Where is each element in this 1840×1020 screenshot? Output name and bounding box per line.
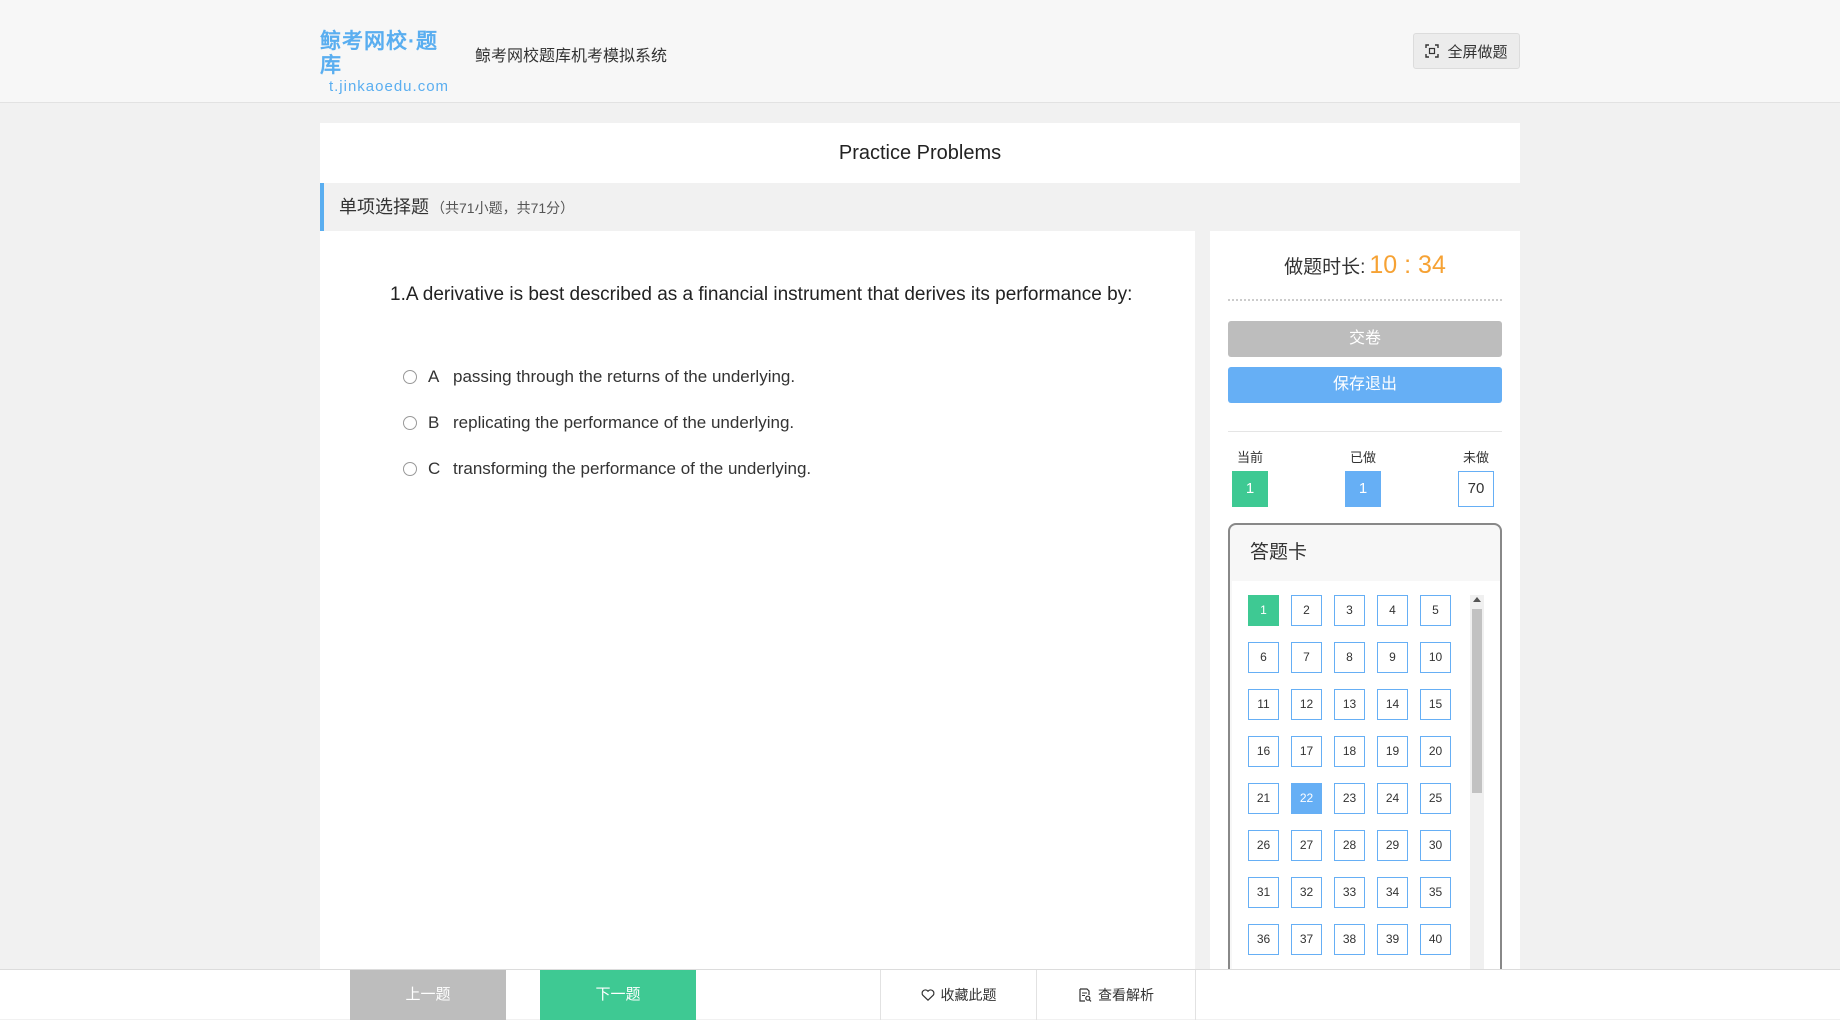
option-a[interactable]: A passing through the returns of the und…	[403, 354, 811, 400]
question-cell[interactable]: 27	[1291, 830, 1322, 861]
divider	[1228, 431, 1502, 432]
question-cell[interactable]: 7	[1291, 642, 1322, 673]
question-cell[interactable]: 24	[1377, 783, 1408, 814]
stat-done-value: 1	[1345, 471, 1381, 507]
question-cell[interactable]: 19	[1377, 736, 1408, 767]
question-cell[interactable]: 32	[1291, 877, 1322, 908]
section-header: 单项选择题 （共71小题，共71分）	[320, 183, 1520, 231]
bottom-bar: 上一题 下一题 收藏此题 查看解析	[0, 969, 1840, 1020]
stat-done: 已做 1	[1343, 447, 1383, 507]
question-cell[interactable]: 11	[1248, 689, 1279, 720]
timer: 做题时长: 10 : 34	[1228, 251, 1502, 301]
prev-question-button[interactable]: 上一题	[350, 970, 506, 1020]
option-letter: A	[428, 367, 440, 386]
question-cell[interactable]: 23	[1334, 783, 1365, 814]
option-text: replicating the performance of the under…	[453, 413, 795, 432]
radio-b[interactable]	[403, 416, 417, 430]
question-cell[interactable]: 8	[1334, 642, 1365, 673]
section-title: 单项选择题	[339, 197, 429, 217]
option-letter: B	[428, 413, 440, 432]
paper-title: Practice Problems	[320, 123, 1520, 183]
option-c[interactable]: C transforming the performance of the un…	[403, 446, 811, 492]
question-panel: 1.A derivative is best described as a fi…	[320, 231, 1195, 971]
question-text: 1.A derivative is best described as a fi…	[390, 284, 1133, 305]
question-cell[interactable]: 33	[1334, 877, 1365, 908]
submit-button[interactable]: 交卷	[1228, 321, 1502, 357]
question-cell[interactable]: 18	[1334, 736, 1365, 767]
question-cell[interactable]: 12	[1291, 689, 1322, 720]
question-cell[interactable]: 30	[1420, 830, 1451, 861]
logo-url-text: t.jinkaoedu.com	[328, 78, 450, 95]
question-cell[interactable]: 13	[1334, 689, 1365, 720]
stat-current: 当前 1	[1230, 447, 1270, 507]
stat-todo-value: 70	[1458, 471, 1494, 507]
question-cell[interactable]: 29	[1377, 830, 1408, 861]
question-cell[interactable]: 22	[1291, 783, 1322, 814]
answer-card-scrollbar[interactable]	[1470, 595, 1484, 971]
question-cell[interactable]: 36	[1248, 924, 1279, 955]
question-cell[interactable]: 4	[1377, 595, 1408, 626]
option-b[interactable]: B replicating the performance of the und…	[403, 400, 811, 446]
favorite-label: 收藏此题	[940, 987, 997, 1003]
question-cell[interactable]: 37	[1291, 924, 1322, 955]
timer-label: 做题时长:	[1284, 257, 1366, 278]
radio-c[interactable]	[403, 462, 417, 476]
question-cell[interactable]: 21	[1248, 783, 1279, 814]
system-title: 鲸考网校题库机考模拟系统	[475, 48, 668, 65]
question-cell[interactable]: 9	[1377, 642, 1408, 673]
stat-current-value: 1	[1232, 471, 1268, 507]
question-cell[interactable]: 39	[1377, 924, 1408, 955]
option-letter: C	[428, 459, 441, 478]
question-cell[interactable]: 34	[1377, 877, 1408, 908]
stat-done-label: 已做	[1349, 450, 1376, 465]
question-cell[interactable]: 38	[1334, 924, 1365, 955]
question-cell[interactable]: 40	[1420, 924, 1451, 955]
question-cell[interactable]: 20	[1420, 736, 1451, 767]
question-cell[interactable]: 28	[1334, 830, 1365, 861]
question-cell[interactable]: 10	[1420, 642, 1451, 673]
analysis-label: 查看解析	[1098, 987, 1154, 1003]
heart-icon	[921, 989, 934, 1002]
top-bar: 鲸考网校·题库 t.jinkaoedu.com 鲸考网校题库机考模拟系统 全屏做…	[0, 0, 1840, 103]
stat-todo-label: 未做	[1462, 450, 1489, 465]
question-cell[interactable]: 35	[1420, 877, 1451, 908]
section-subtitle: （共71小题，共71分）	[431, 200, 575, 216]
document-search-icon	[1079, 988, 1092, 1002]
logo-main-text: 鲸考网校·题库	[320, 30, 438, 77]
question-grid: 1 2 3 4 5 6 7 8 9 10 11 12 13 14 15 16 17 18 19 20 21 22 23 24 2…	[1248, 595, 1458, 955]
fullscreen-icon	[1425, 44, 1440, 58]
stat-todo: 未做 70	[1456, 447, 1496, 507]
question-cell[interactable]: 25	[1420, 783, 1451, 814]
scroll-thumb[interactable]	[1472, 609, 1482, 793]
stat-current-label: 当前	[1236, 450, 1263, 465]
save-exit-button[interactable]: 保存退出	[1228, 367, 1502, 403]
answer-card-title: 答题卡	[1250, 542, 1308, 563]
favorite-button[interactable]: 收藏此题	[880, 970, 1036, 1020]
fullscreen-label: 全屏做题	[1447, 43, 1508, 61]
question-cell[interactable]: 5	[1420, 595, 1451, 626]
side-panel: 做题时长: 10 : 34 交卷 保存退出 当前 1 已做 1 未做 70 答题卡…	[1210, 231, 1520, 971]
scroll-up-icon[interactable]	[1473, 597, 1481, 602]
logo[interactable]: 鲸考网校·题库 t.jinkaoedu.com	[320, 30, 458, 96]
options-list: A passing through the returns of the und…	[403, 354, 811, 492]
question-cell[interactable]: 1	[1248, 595, 1279, 626]
question-cell[interactable]: 17	[1291, 736, 1322, 767]
question-cell[interactable]: 6	[1248, 642, 1279, 673]
timer-value: 10 : 34	[1369, 251, 1446, 279]
question-cell[interactable]: 16	[1248, 736, 1279, 767]
option-text: passing through the returns of the under…	[453, 367, 796, 386]
next-question-button[interactable]: 下一题	[540, 970, 696, 1020]
view-analysis-button[interactable]: 查看解析	[1036, 970, 1196, 1020]
radio-a[interactable]	[403, 370, 417, 384]
question-cell[interactable]: 26	[1248, 830, 1279, 861]
question-cell[interactable]: 31	[1248, 877, 1279, 908]
answer-card: 答题卡 1 2 3 4 5 6 7 8 9 10 11 12 13 14 15 16 17 18 19 20 21 22 2…	[1228, 523, 1502, 971]
question-cell[interactable]: 15	[1420, 689, 1451, 720]
answer-card-body: 1 2 3 4 5 6 7 8 9 10 11 12 13 14 15 16 17 18 19 20 21 22 23 24 2…	[1232, 581, 1500, 971]
fullscreen-button[interactable]: 全屏做题	[1413, 33, 1520, 69]
question-cell[interactable]: 3	[1334, 595, 1365, 626]
question-cell[interactable]: 14	[1377, 689, 1408, 720]
option-text: transforming the performance of the unde…	[453, 459, 812, 478]
question-cell[interactable]: 2	[1291, 595, 1322, 626]
